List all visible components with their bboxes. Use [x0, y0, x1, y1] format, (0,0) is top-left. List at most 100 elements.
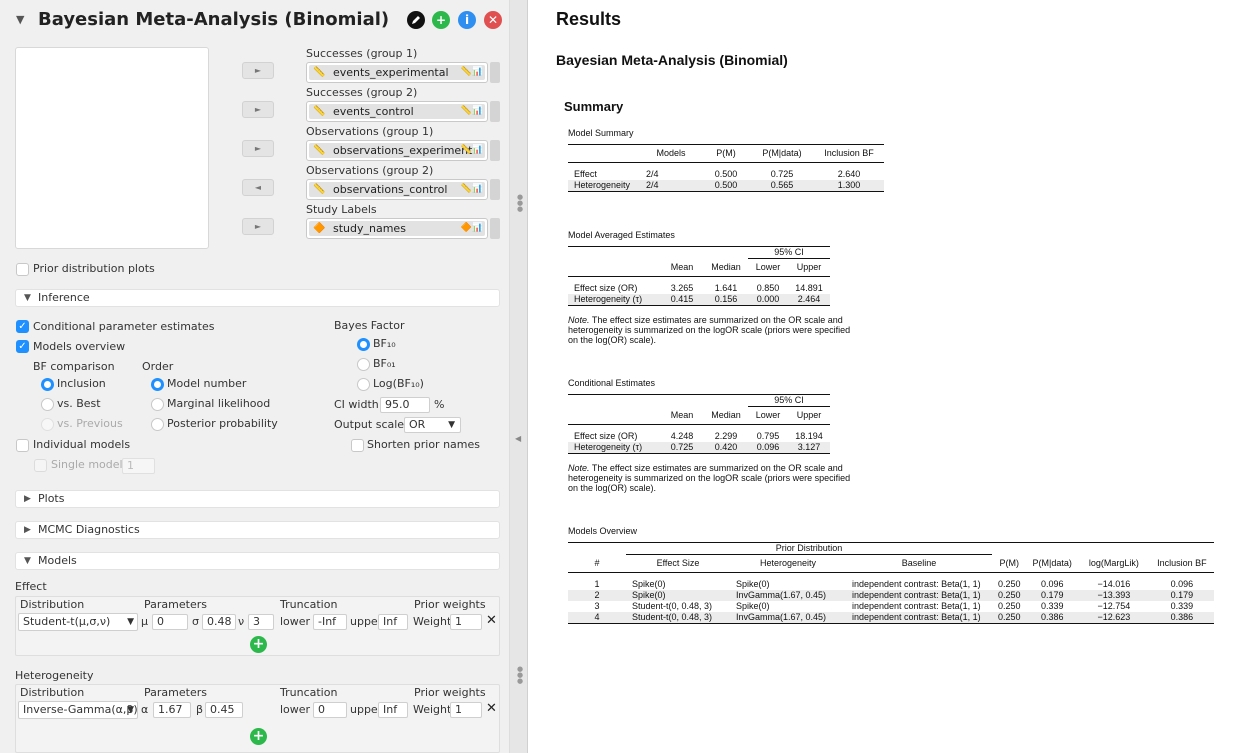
available-variables-list[interactable] — [15, 47, 209, 249]
order-model-number-radio[interactable] — [151, 378, 164, 391]
ruler-icon: 📏 — [313, 106, 326, 117]
field-scrollbar[interactable] — [490, 179, 500, 200]
output-scale-select[interactable]: OR ▼ — [404, 417, 461, 433]
grip-dots-icon[interactable]: ● ● ● — [517, 666, 523, 685]
assign-observations1-button[interactable]: ► — [242, 140, 274, 157]
field-scrollbar[interactable] — [490, 101, 500, 122]
mcmc-section-toggle[interactable]: ▶ MCMC Diagnostics — [15, 521, 500, 539]
unassign-observations2-button[interactable]: ◄ — [242, 179, 274, 196]
heterogeneity-lower-input[interactable]: 0 — [313, 702, 347, 718]
add-icon[interactable]: + — [432, 11, 450, 29]
sigma-input[interactable]: 0.48 — [202, 614, 236, 630]
plots-section-toggle[interactable]: ▶ Plots — [15, 490, 500, 508]
prior-plots-checkbox[interactable] — [16, 263, 29, 276]
distribution-header: Distribution — [20, 598, 85, 611]
study-labels-field[interactable]: 🔶 study_names 🔶📊 — [306, 218, 488, 239]
collapse-left-arrow-icon[interactable]: ◀ — [515, 434, 521, 443]
add-heterogeneity-prior-icon[interactable]: + — [250, 728, 267, 745]
heterogeneity-weight-input[interactable]: 1 — [450, 702, 482, 718]
table-cell: 18.194 — [795, 431, 823, 441]
table-cell: 0.156 — [704, 294, 748, 306]
table-cell: 2/4 — [640, 180, 702, 192]
observations-group1-field[interactable]: 📏 observations_experimental 📏📊 — [306, 140, 488, 161]
table-header: Models — [640, 144, 702, 163]
table-row: Effect size (OR) 3.265 1.641 0.850 14.89… — [568, 277, 830, 295]
table-cell: Effect — [574, 169, 597, 179]
analysis-header[interactable]: ▼ Bayesian Meta-Analysis (Binomial) + i … — [0, 0, 509, 40]
successes-group1-field[interactable]: 📏 events_experimental 📏📊 — [306, 62, 488, 83]
individual-models-checkbox[interactable] — [16, 439, 29, 452]
table-header: P(M|data) — [1026, 554, 1078, 573]
order-posterior-probability-radio[interactable] — [151, 418, 164, 431]
table-cell: Student-t(0, 0.48, 3) — [626, 612, 730, 624]
table-header: Inclusion BF — [1149, 554, 1214, 573]
models-section-toggle[interactable]: ▼ Models — [15, 552, 500, 570]
model-averaged-title: Model Averaged Estimates — [568, 230, 675, 240]
bf-comparison-inclusion-radio[interactable] — [41, 378, 54, 391]
field-scrollbar[interactable] — [490, 62, 500, 83]
nu-input[interactable]: 3 — [248, 614, 274, 630]
truncation-header: Truncation — [280, 686, 338, 699]
close-icon[interactable]: ✕ — [484, 11, 502, 29]
remove-heterogeneity-prior-icon[interactable]: ✕ — [486, 701, 497, 716]
add-effect-prior-icon[interactable]: + — [250, 636, 267, 653]
table-cell: independent contrast: Beta(1, 1) — [852, 601, 981, 611]
successes-group2-label: Successes (group 2) — [306, 86, 418, 99]
info-icon[interactable]: i — [458, 11, 476, 29]
effect-weight-input[interactable]: 1 — [450, 614, 482, 630]
grip-dots-icon[interactable]: ● ● ● — [517, 194, 523, 213]
mu-input[interactable]: 0 — [152, 614, 188, 630]
bf-comparison-vs-best-radio[interactable] — [41, 398, 54, 411]
conditional-estimates-checkbox[interactable]: ✓ — [16, 320, 29, 333]
collapse-triangle-icon[interactable]: ▼ — [16, 13, 24, 26]
assign-successes2-button[interactable]: ► — [242, 101, 274, 118]
bf01-radio[interactable] — [357, 358, 370, 371]
table-row: Heterogeneity 2/4 0.500 0.565 1.300 — [568, 180, 884, 192]
table-cell: 4.248 — [670, 431, 694, 441]
effect-lower-input[interactable]: -Inf — [313, 614, 347, 630]
scale-type-icon: 📏📊 — [460, 67, 483, 77]
log-bf10-radio[interactable] — [357, 378, 370, 391]
order-marginal-likelihood-radio[interactable] — [151, 398, 164, 411]
heterogeneity-upper-input[interactable]: Inf — [378, 702, 408, 718]
results-panel: Results Bayesian Meta-Analysis (Binomial… — [528, 0, 1252, 753]
order-posterior-probability-label: Posterior probability — [167, 417, 278, 430]
effect-distribution-select[interactable]: Student-t(μ,σ,ν) ▼ — [18, 613, 138, 631]
inference-section-label: Inference — [38, 291, 90, 304]
panel-splitter[interactable]: ● ● ● ◀ ● ● ● — [510, 0, 528, 753]
sigma-symbol: σ — [192, 615, 199, 628]
heterogeneity-distribution-select[interactable]: Inverse-Gamma(α,β) ▼ — [18, 701, 138, 719]
study-labels-label: Study Labels — [306, 203, 377, 216]
scale-type-icon: 📏📊 — [460, 106, 483, 116]
shorten-prior-names-checkbox[interactable] — [351, 439, 364, 452]
table-cell: 0.096 — [1040, 579, 1064, 589]
assign-successes1-button[interactable]: ► — [242, 62, 274, 79]
ci-width-input[interactable]: 95.0 — [380, 397, 430, 413]
inference-section-toggle[interactable]: ▼ Inference — [15, 289, 500, 307]
models-overview-checkbox[interactable]: ✓ — [16, 340, 29, 353]
table-cell: 0.250 — [998, 601, 1021, 611]
parameters-header: Parameters — [144, 686, 207, 699]
beta-input[interactable]: 0.45 — [205, 702, 243, 718]
remove-effect-prior-icon[interactable]: ✕ — [486, 613, 497, 628]
successes-group2-field[interactable]: 📏 events_control 📏📊 — [306, 101, 488, 122]
assign-study-labels-button[interactable]: ► — [242, 218, 274, 235]
alpha-input[interactable]: 1.67 — [153, 702, 191, 718]
table-cell: 0.795 — [756, 431, 780, 441]
ruler-icon: 📏 — [313, 67, 326, 78]
conditional-estimates-title: Conditional Estimates — [568, 378, 656, 388]
scale-type-icon: 📏📊 — [460, 145, 483, 155]
log-bf10-label: Log(BF₁₀) — [373, 377, 424, 390]
scale-type-icon: 📏📊 — [460, 184, 483, 194]
field-scrollbar[interactable] — [490, 218, 500, 239]
effect-upper-input[interactable]: Inf — [378, 614, 408, 630]
plots-section-label: Plots — [38, 492, 65, 505]
order-model-number-label: Model number — [167, 377, 247, 390]
table-cell: 1.641 — [714, 283, 738, 293]
observations-group2-field[interactable]: 📏 observations_control 📏📊 — [306, 179, 488, 200]
edit-icon[interactable] — [407, 11, 425, 29]
bf10-radio[interactable] — [357, 338, 370, 351]
field-scrollbar[interactable] — [490, 140, 500, 161]
table-cell: 3.127 — [788, 442, 830, 454]
table-cell: 0.339 — [1170, 601, 1194, 611]
